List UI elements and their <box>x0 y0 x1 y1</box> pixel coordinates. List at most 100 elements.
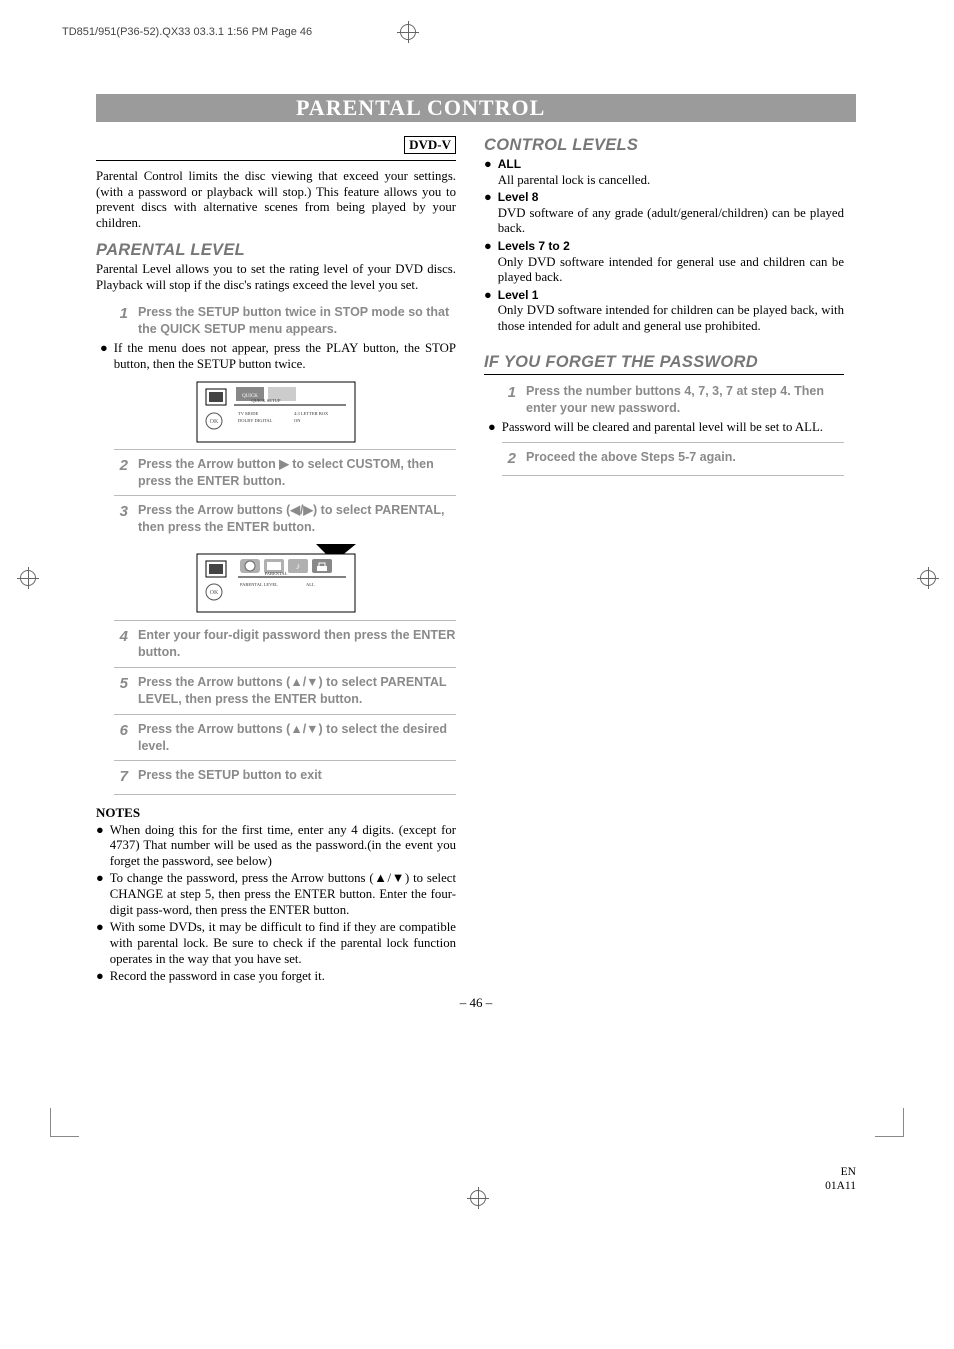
control-level-text: Only DVD software intended for general u… <box>498 255 844 285</box>
left-column: DVD-V Parental Control limits the disc v… <box>96 136 456 987</box>
page-number: – 46 – <box>96 995 856 1011</box>
intro-text: Parental Control limits the disc viewing… <box>96 169 456 231</box>
bullet-icon: ● <box>484 239 492 286</box>
parental-level-heading: PARENTAL LEVEL <box>96 241 456 260</box>
control-level-item: ● Levels 7 to 2 Only DVD software intend… <box>484 239 844 286</box>
forget-password-heading: IF YOU FORGET THE PASSWORD <box>484 353 844 372</box>
source-header: TD851/951(P36-52).QX33 03.3.1 1:56 PM Pa… <box>62 26 312 38</box>
step-separator <box>502 442 844 443</box>
bullet-icon: ● <box>96 920 104 967</box>
svg-text:OK: OK <box>210 419 219 425</box>
cropmark-top <box>400 24 416 40</box>
step-number: 2 <box>114 456 128 490</box>
step-separator <box>114 667 456 668</box>
step-number: 2 <box>502 449 516 469</box>
control-level-item: ● Level 8 DVD software of any grade (adu… <box>484 190 844 237</box>
step-number: 6 <box>114 721 128 755</box>
quick-setup-diagram: QUICK QUICK SETUP OK TV MODE 4:3 LETTER … <box>196 381 356 443</box>
step-separator <box>502 475 844 476</box>
parental-level-text: Parental Level allows you to set the rat… <box>96 262 456 293</box>
footer-lang: EN <box>841 1166 856 1178</box>
svg-text:TV MODE: TV MODE <box>238 411 259 416</box>
control-level-label: Level 1 <box>498 288 539 302</box>
note-item: ● Record the password in case you forget … <box>96 969 456 985</box>
forget-step-1: 1 Press the number buttons 4, 7, 3, 7 at… <box>502 383 844 417</box>
step-3: 3 Press the Arrow buttons (◀/▶) to selec… <box>114 502 456 536</box>
note-text: Record the password in case you forget i… <box>110 969 456 985</box>
step-number: 5 <box>114 674 128 708</box>
svg-text:ON: ON <box>294 418 301 423</box>
svg-text:DOLBY DIGITAL: DOLBY DIGITAL <box>238 418 273 423</box>
cropmark-right <box>920 570 936 586</box>
step-text: Press the SETUP button twice in STOP mod… <box>138 304 456 338</box>
cropmark-left <box>20 570 36 586</box>
step1-note: ● If the menu does not appear, press the… <box>100 341 456 372</box>
cropmark-bottom <box>470 1190 486 1206</box>
control-level-item: ● Level 1 Only DVD software intended for… <box>484 288 844 335</box>
step-number: 3 <box>114 502 128 536</box>
cropmark-corner <box>875 1108 904 1137</box>
bullet-icon: ● <box>484 190 492 237</box>
bullet-icon: ● <box>96 969 104 985</box>
note-text: To change the password, press the Arrow … <box>110 871 456 918</box>
step-text: Press the Arrow buttons (▲/▼) to select … <box>138 721 456 755</box>
note-item: ●To change the password, press the Arrow… <box>96 871 456 918</box>
step-separator <box>114 620 456 621</box>
note-item: ●With some DVDs, it may be difficult to … <box>96 920 456 967</box>
forget-step-2: 2 Proceed the above Steps 5-7 again. <box>502 449 844 469</box>
step-separator <box>114 495 456 496</box>
step-separator <box>114 714 456 715</box>
step-number: 7 <box>114 767 128 787</box>
control-level-text: All parental lock is cancelled. <box>498 173 650 187</box>
step-4: 4 Enter your four-digit password then pr… <box>114 627 456 661</box>
step-1: 1 Press the SETUP button twice in STOP m… <box>114 304 456 338</box>
step-text: Press the SETUP button to exit <box>138 767 456 787</box>
rule <box>484 374 844 375</box>
step-separator <box>114 794 456 795</box>
control-levels-heading: CONTROL LEVELS <box>484 136 844 155</box>
bullet-icon: ● <box>96 823 104 870</box>
bullet-icon: ● <box>488 420 496 436</box>
step-text: Press the number buttons 4, 7, 3, 7 at s… <box>526 383 844 417</box>
section-title-bar: PARENTAL CONTROL <box>96 94 856 122</box>
control-level-item: ● ALL All parental lock is cancelled. <box>484 157 844 188</box>
step-7: 7 Press the SETUP button to exit <box>114 767 456 787</box>
bullet-icon: ● <box>484 157 492 188</box>
step-number: 1 <box>502 383 516 417</box>
svg-text:PARENTAL: PARENTAL <box>265 571 288 576</box>
step-6: 6 Press the Arrow buttons (▲/▼) to selec… <box>114 721 456 755</box>
note-text: With some DVDs, it may be difficult to f… <box>110 920 456 967</box>
step-text: Press the Arrow buttons (◀/▶) to select … <box>138 502 456 536</box>
step-number: 1 <box>114 304 128 338</box>
step-text: Press the Arrow buttons (▲/▼) to select … <box>138 674 456 708</box>
footer-id: 01A11 <box>825 1180 856 1192</box>
step-number: 4 <box>114 627 128 661</box>
notes-heading: NOTES <box>96 805 456 821</box>
control-level-label: Levels 7 to 2 <box>498 239 570 253</box>
rule <box>96 160 456 161</box>
cropmark-corner <box>50 1108 79 1137</box>
bullet-icon: ● <box>484 288 492 335</box>
svg-text:4:3 LETTER BOX: 4:3 LETTER BOX <box>294 411 329 416</box>
step-2: 2 Press the Arrow button ▶ to select CUS… <box>114 456 456 490</box>
control-level-text: DVD software of any grade (adult/general… <box>498 206 844 236</box>
step-separator <box>114 760 456 761</box>
page-content: PARENTAL CONTROL DVD-V Parental Control … <box>96 94 856 1011</box>
note-text: When doing this for the first time, ente… <box>110 823 456 870</box>
step-5: 5 Press the Arrow buttons (▲/▼) to selec… <box>114 674 456 708</box>
step1-note-text: If the menu does not appear, press the P… <box>114 341 456 372</box>
control-level-text: Only DVD software intended for children … <box>498 303 844 333</box>
control-level-label: Level 8 <box>498 190 539 204</box>
bullet-icon: ● <box>96 871 104 918</box>
svg-text:QUICK SETUP: QUICK SETUP <box>251 398 281 403</box>
step-text: Press the Arrow button ▶ to select CUSTO… <box>138 456 456 490</box>
note-item: ●When doing this for the first time, ent… <box>96 823 456 870</box>
footer-code: EN 01A11 <box>825 1166 856 1194</box>
control-level-label: ALL <box>498 157 521 171</box>
svg-text:ALL: ALL <box>306 582 315 587</box>
step-text: Enter your four-digit password then pres… <box>138 627 456 661</box>
bullet-icon: ● <box>100 341 108 372</box>
svg-text:OK: OK <box>210 590 219 596</box>
svg-text:♪: ♪ <box>296 561 301 571</box>
svg-text:PARENTAL LEVEL: PARENTAL LEVEL <box>240 582 278 587</box>
